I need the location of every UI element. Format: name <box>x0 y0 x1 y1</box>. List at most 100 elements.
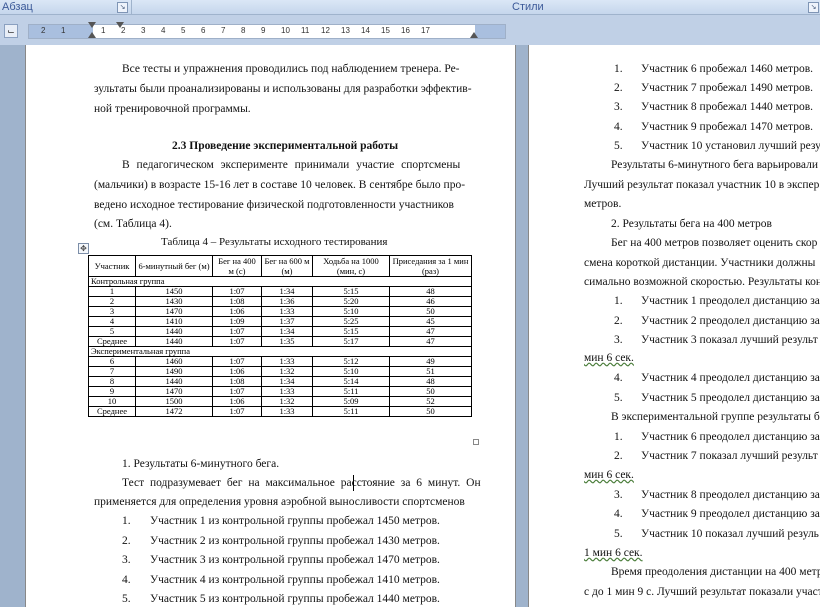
ruler-tick-label: 6 <box>201 26 206 35</box>
ruler-tick-label: 9 <box>261 26 266 35</box>
ruler-tick-label: 7 <box>221 26 226 35</box>
page2-line-text: Участник 10 установил лучший резул <box>641 140 820 152</box>
table-cell: 1:34 <box>261 376 313 387</box>
page2-line-text: В экспериментальной группе результаты б <box>611 411 820 423</box>
para1-line3: ной тренировочной программы. <box>94 103 251 115</box>
group-divider <box>131 0 132 14</box>
para1-line2: зультаты были проанализированы и использ… <box>94 83 472 95</box>
list-item-number: 2. <box>122 534 131 547</box>
table-cell: 3 <box>88 306 136 317</box>
table-row: 6 1460 1:07 1:33 5:12 49 <box>88 356 472 367</box>
page2-line-text: мин 6 сек. <box>584 352 634 364</box>
table-cell: 1440 <box>135 336 213 347</box>
table-cell: 1:33 <box>261 406 313 417</box>
table-cell: 1472 <box>135 406 213 417</box>
table-cell: 1:07 <box>212 326 262 337</box>
table-cell: 5:25 <box>312 316 390 327</box>
table-row: 10 1500 1:06 1:32 5:09 52 <box>88 396 472 407</box>
header-cell: Участник <box>88 255 136 277</box>
table-move-handle-icon[interactable]: ✥ <box>78 243 89 254</box>
page2-line-text: Участник 7 пробежал 1490 метров. <box>641 82 814 94</box>
table-cell: 5:12 <box>312 356 390 367</box>
table-cell: 1410 <box>135 316 213 327</box>
table-cell: 1:34 <box>261 326 313 337</box>
group-row: Экспериментальная группа <box>88 346 472 357</box>
horizontal-ruler[interactable]: 2 1 1 2 3 4 5 6 7 8 9 10 11 12 13 14 15 16 17 <box>28 24 506 39</box>
table-cell: 7 <box>88 366 136 377</box>
page2-list-number: 1. <box>614 63 623 75</box>
table-row: Среднее 1472 1:07 1:33 5:11 50 <box>88 406 472 417</box>
page2-line-text: симально возможной скоростью. Результаты… <box>584 276 820 288</box>
page2-line-text: Участник 10 показал лучший резуль <box>641 528 819 540</box>
page2-line-text: с до 1 мин 9 с. Лучший результат показал… <box>584 586 820 598</box>
table-cell: 1:07 <box>212 406 262 417</box>
table-cell: 1450 <box>135 286 213 297</box>
header-cell: Ходьба на 1000 (мин, с) <box>312 255 390 277</box>
table-row: Среднее 1440 1:07 1:35 5:17 47 <box>88 336 472 347</box>
experimental-group-body: 6 1460 1:07 1:33 5:12 49 7 1490 1:06 1:32 5:10 51 8 1… <box>88 356 472 417</box>
para3-line1: Тест подразумевает бег на максимальное р… <box>122 477 481 489</box>
page2-line-text: 2. Результаты бега на 400 метров <box>611 218 772 230</box>
table-resize-handle[interactable] <box>473 439 479 445</box>
styles-dialog-launcher-icon[interactable]: ↘ <box>808 2 819 13</box>
first-line-indent-marker[interactable] <box>88 22 96 28</box>
table-caption: Таблица 4 – Результаты исходного тестиро… <box>161 236 388 248</box>
page2-list-number: 2. <box>614 315 623 327</box>
page2-line-text: 1 мин 6 сек. <box>584 547 643 559</box>
table-cell: 5:14 <box>312 376 390 387</box>
table-cell: 1:07 <box>212 286 262 297</box>
paragraph-dialog-launcher-icon[interactable]: ↘ <box>117 2 128 13</box>
table-cell: 5:15 <box>312 286 390 297</box>
table-cell: 1490 <box>135 366 213 377</box>
table-cell: 1440 <box>135 376 213 387</box>
document-page-2[interactable]: 1. Участник 6 пробежал 1460 метров. 2. Учас… <box>528 45 820 607</box>
table-cell: 1:33 <box>261 306 313 317</box>
table-cell: 5:10 <box>312 366 390 377</box>
table-cell: 1:09 <box>212 316 262 327</box>
page2-list-number: 1. <box>614 295 623 307</box>
hanging-indent-marker[interactable] <box>116 22 124 28</box>
document-page-1[interactable]: Все тесты и упражнения проводились под н… <box>25 45 516 607</box>
table-cell: 1470 <box>135 386 213 397</box>
table-cell: 49 <box>389 356 472 367</box>
page2-line-text: Участник 1 преодолел дистанцию за <box>641 295 820 307</box>
table-cell: 1:06 <box>212 396 262 407</box>
list-item-text: Участник 4 из контрольной группы пробежа… <box>150 573 440 586</box>
table-cell: 1470 <box>135 306 213 317</box>
table-cell: 1:07 <box>212 356 262 367</box>
left-indent-marker[interactable] <box>88 32 96 38</box>
table-row: 1 1450 1:07 1:34 5:15 48 <box>88 286 472 297</box>
page2-line-text: Лучший результат показал участник 10 в э… <box>584 179 820 191</box>
table-row: 8 1440 1:08 1:34 5:14 48 <box>88 376 472 387</box>
table-cell: 47 <box>389 326 472 337</box>
table-row: 2 1430 1:08 1:36 5:20 46 <box>88 296 472 307</box>
page2-list-number: 3. <box>614 101 623 113</box>
page2-line-text: мин 6 сек. <box>584 469 634 481</box>
page2-line-text: Результаты 6-минутного бега варьировали <box>611 159 818 171</box>
header-cell: 6-минутный бег (м) <box>135 255 213 277</box>
table-cell: 5:10 <box>312 306 390 317</box>
tab-selector-icon[interactable]: ⌙ <box>4 24 18 38</box>
page2-line-text: метров. <box>584 198 622 210</box>
ruler-tick-label: 3 <box>141 26 146 35</box>
table-cell: 1:37 <box>261 316 313 327</box>
table-cell: 5 <box>88 326 136 337</box>
page2-line-text: Участник 4 преодолел дистанцию за <box>641 372 820 384</box>
list-item-number: 3. <box>122 554 131 566</box>
para2-line4: (см. Таблица 4). <box>94 218 172 230</box>
table-cell: 45 <box>389 316 472 327</box>
section-heading: 2.3 Проведение экспериментальной работы <box>172 140 399 152</box>
table-cell: 1430 <box>135 296 213 307</box>
para3-line2: применяется для определения уровня аэроб… <box>94 496 465 508</box>
ruler-tick-label: 5 <box>181 26 186 35</box>
page2-list-number: 3. <box>614 489 623 501</box>
right-indent-marker[interactable] <box>470 32 478 38</box>
page2-line-text: Участник 7 показал лучший результ <box>641 450 818 462</box>
table-cell: 1:07 <box>212 386 262 397</box>
header-cell: Бег на 400 м (с) <box>212 255 262 277</box>
page2-line-text: Участник 6 пробежал 1460 метров. <box>641 63 814 75</box>
table-cell: Среднее <box>88 406 136 417</box>
para2-line2: (мальчики) в возрасте 15-16 лет в состав… <box>94 179 466 191</box>
ruler-tick-label: 17 <box>421 26 430 35</box>
table-cell: 6 <box>88 356 136 367</box>
